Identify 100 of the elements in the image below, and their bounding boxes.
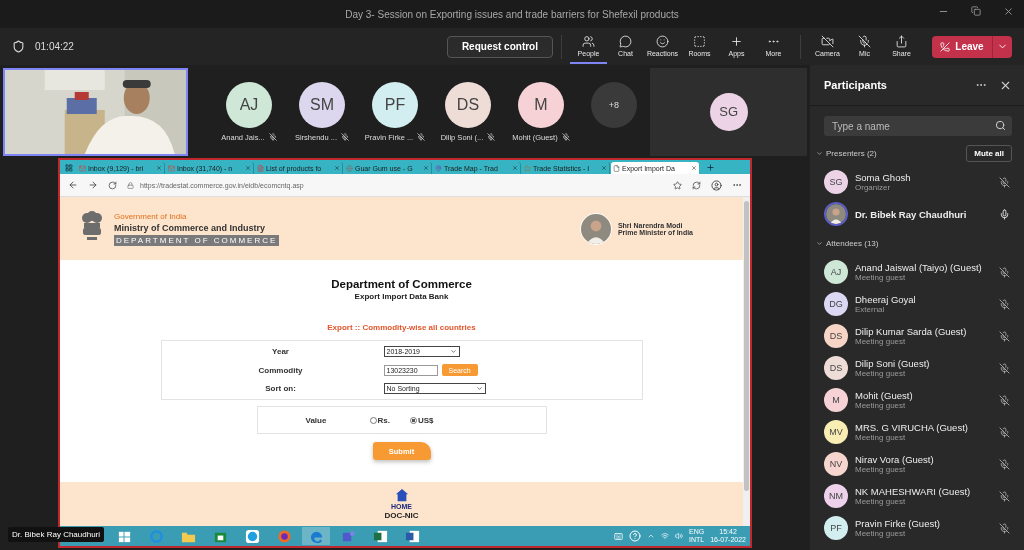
ministry-name: Ministry of Commerce and Industry — [114, 222, 267, 233]
participant-avatar: DS — [824, 356, 848, 380]
lock-icon — [127, 181, 134, 189]
close-icon[interactable] — [512, 165, 518, 171]
close-icon[interactable] — [691, 165, 697, 171]
mute-all-button[interactable]: Mute all — [966, 144, 1012, 162]
tab-actions-icon[interactable] — [65, 164, 73, 172]
participant-role: Meeting guest — [855, 529, 907, 538]
participant-avatar: SM — [298, 81, 345, 128]
new-tab-icon[interactable] — [706, 163, 715, 172]
keyboard-icon[interactable] — [614, 531, 623, 541]
field-label: Sort on: — [265, 384, 296, 393]
globe-icon — [346, 164, 353, 172]
scrollbar[interactable] — [743, 197, 750, 526]
participant-name: Nirav Vora (Guest) — [855, 454, 935, 465]
close-icon[interactable] — [423, 165, 429, 171]
mic-off-icon — [341, 133, 349, 141]
participant-name: Dr. Bibek Ray Chaudhuri — [855, 208, 968, 220]
leave-options-button[interactable] — [992, 35, 1012, 58]
sync-icon[interactable] — [692, 180, 701, 190]
participant-role: Meeting guest — [855, 465, 907, 474]
people-icon — [582, 34, 595, 48]
search-field[interactable]: Type a name — [824, 116, 1012, 136]
participant-avatar: PF — [371, 81, 418, 128]
participant-avatar: M — [517, 81, 564, 128]
plus-icon — [730, 34, 743, 48]
mic-icon[interactable] — [999, 208, 1010, 220]
mic-off-icon — [561, 133, 570, 141]
rooms-icon — [693, 34, 706, 48]
mic-off-icon — [268, 133, 277, 141]
group-header[interactable]: Attendees (13) — [816, 238, 879, 248]
participant-avatar: MV — [824, 420, 848, 444]
mic-off-icon[interactable] — [999, 176, 1010, 188]
spreadsheet-icon — [372, 528, 388, 544]
teams-icon — [340, 528, 356, 544]
mic-off-icon[interactable] — [999, 330, 1010, 342]
radio-label: Rs. — [377, 415, 390, 425]
close-icon[interactable] — [156, 165, 162, 171]
participant-role: Meeting guest — [855, 401, 907, 410]
restore-icon[interactable] — [971, 6, 981, 16]
department-name: DEPARTMENT OF COMMERCE — [114, 234, 280, 246]
request-control-button[interactable]: Request control — [446, 35, 553, 58]
help-icon[interactable] — [629, 530, 641, 542]
mic-off-icon — [417, 133, 426, 141]
participant-name: Pravin Firke (Guest) — [855, 518, 941, 529]
shield-icon — [12, 40, 25, 53]
mail-icon — [168, 164, 175, 172]
participant-name: Mohit (Guest) — [855, 390, 914, 401]
home-icon[interactable] — [394, 488, 409, 502]
mic-off-icon[interactable] — [999, 522, 1010, 534]
back-icon[interactable] — [68, 180, 78, 190]
participant-role: External — [855, 305, 886, 314]
mic-off-icon[interactable] — [999, 394, 1010, 406]
caret-icon[interactable] — [647, 532, 655, 540]
mic-off-icon[interactable] — [999, 490, 1010, 502]
participant-avatar: SG — [824, 170, 848, 194]
window-title: Day 3- Session on Exporting issues and trade barriers for Shefexil products — [345, 8, 679, 20]
forward-icon[interactable] — [88, 180, 98, 190]
government-label: Government of India — [114, 211, 188, 221]
leave-button[interactable]: Leave — [932, 35, 992, 58]
reload-icon[interactable] — [108, 180, 117, 190]
field-label: Year — [272, 347, 289, 356]
favorite-icon[interactable] — [673, 180, 682, 190]
participant-avatar: AJ — [824, 260, 848, 284]
close-icon[interactable] — [1003, 6, 1014, 17]
document-icon — [404, 528, 420, 544]
page-title: Department of Commerce — [331, 278, 472, 290]
radio-button[interactable] — [369, 416, 377, 424]
participant-avatar: DS — [444, 81, 491, 128]
participant-role: Meeting guest — [855, 497, 907, 506]
mic-off-icon[interactable] — [999, 458, 1010, 470]
participant-role: Meeting guest — [855, 337, 907, 346]
chat-bubble-icon — [244, 528, 260, 544]
presenter-name-tag: Dr. Bibek Ray Chaudhuri — [8, 527, 105, 542]
participant-role: Meeting guest — [855, 433, 907, 442]
pdf-icon — [257, 164, 264, 172]
mic-off-icon[interactable] — [999, 362, 1010, 374]
caret-icon — [449, 348, 457, 355]
close-icon[interactable] — [601, 165, 607, 171]
participant-role: Meeting guest — [855, 273, 907, 282]
firefox-icon — [276, 528, 292, 544]
mic-off-icon[interactable] — [999, 426, 1010, 438]
page-icon — [613, 164, 620, 172]
participant-avatar: PF — [824, 516, 848, 540]
radio-button[interactable] — [409, 416, 417, 424]
more-participants-badge[interactable]: +8 — [590, 81, 637, 128]
participant-name: Dheeraj Goyal — [855, 294, 917, 305]
participant-avatar: NV — [824, 452, 848, 476]
caret-icon — [816, 239, 823, 247]
close-icon[interactable] — [245, 165, 251, 171]
group-header[interactable]: Presenters (2) — [816, 148, 877, 158]
section-heading: Export :: Commodity-wise all countries — [327, 323, 476, 332]
mic-off-icon[interactable] — [999, 266, 1010, 278]
caret-icon — [816, 149, 823, 157]
participant-avatar: DS — [824, 324, 848, 348]
field-label: Value — [305, 415, 328, 425]
close-icon[interactable] — [334, 165, 340, 171]
meeting-timer: 01:04:22 — [35, 41, 74, 52]
profile-icon[interactable] — [711, 179, 722, 191]
mic-off-icon[interactable] — [999, 298, 1010, 310]
